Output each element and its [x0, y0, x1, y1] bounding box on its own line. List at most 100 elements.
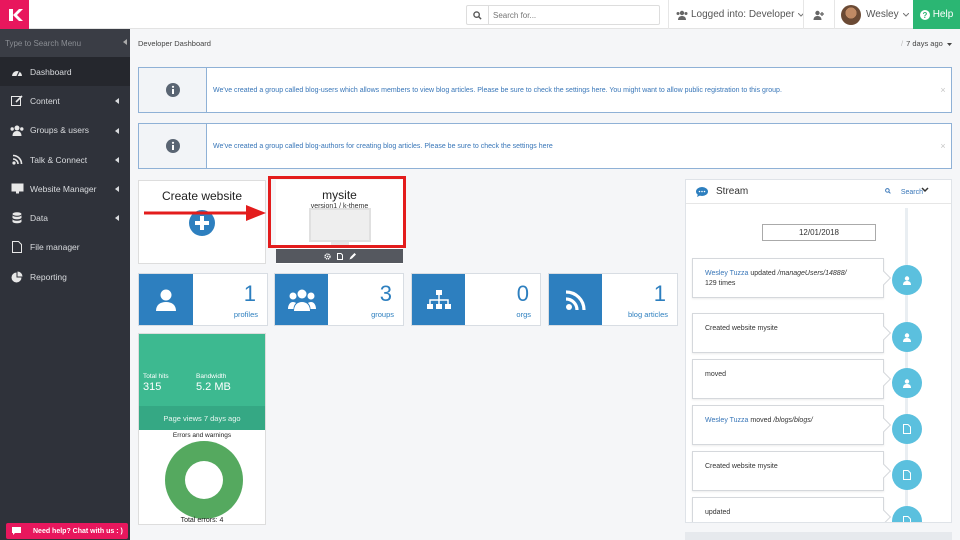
errors-total: Total errors: 4	[180, 517, 224, 524]
global-search[interactable]	[466, 5, 660, 25]
edit-icon	[10, 95, 24, 107]
event-text: Created website mysite	[705, 463, 778, 470]
event-user-link[interactable]: Wesley Tuzza	[705, 270, 748, 277]
breadcrumb: Developer Dashboard	[138, 39, 211, 48]
info-icon	[139, 124, 207, 168]
sidebar-item-dashboard[interactable]: Dashboard	[0, 57, 130, 87]
chat-button[interactable]: Need help? Chat with us : )	[6, 523, 128, 539]
stream-event: updated	[692, 497, 884, 522]
sidebar-item-website-manager[interactable]: Website Manager	[0, 174, 130, 203]
sidebar-item-data[interactable]: Data	[0, 203, 130, 232]
document-icon	[892, 506, 922, 522]
chat-icon	[12, 527, 21, 535]
brand-logo[interactable]	[0, 0, 29, 29]
caret-left-icon	[115, 186, 119, 193]
traffic-metrics-card: Total hits 315 Bandwidth 5.2 MB Page vie…	[138, 333, 266, 525]
sidebar-item-label: Content	[30, 95, 60, 106]
org-chart-icon	[412, 274, 465, 325]
stream-event: Created website mysite	[692, 313, 884, 353]
user-icon	[892, 368, 922, 398]
add-user-button[interactable]	[812, 0, 826, 29]
sidebar: Type to Search Menu Dashboard Content Gr…	[0, 29, 130, 540]
page-views-label: Page views 7 days ago	[139, 406, 265, 430]
stat-blog-articles[interactable]: 1 blog articles	[548, 273, 678, 326]
chevron-down-icon[interactable]	[921, 187, 929, 193]
stream-event: moved	[692, 359, 884, 399]
user-name: Wesley	[866, 9, 899, 20]
stat-profiles[interactable]: 1 profiles	[138, 273, 268, 326]
dashboard-icon	[10, 66, 24, 78]
close-icon[interactable]: ×	[935, 124, 951, 168]
total-hits-value: 315	[143, 381, 162, 393]
stat-label: groups	[371, 310, 394, 319]
svg-text:?: ?	[922, 11, 927, 20]
sidebar-item-label: File manager	[30, 242, 80, 253]
page-icon[interactable]	[336, 252, 343, 260]
highlight-box	[268, 176, 406, 248]
stream-event: Wesley Tuzza moved /blogs/blogs/	[692, 405, 884, 445]
menu-search-input[interactable]: Type to Search Menu	[0, 29, 130, 57]
time-range-dropdown[interactable]: /7 days ago	[901, 39, 952, 48]
divider	[668, 0, 669, 29]
event-text: moved	[705, 371, 727, 378]
event-verb: moved	[748, 417, 774, 424]
sidebar-item-label: Talk & Connect	[30, 154, 88, 165]
edit-icon[interactable]	[349, 252, 356, 260]
settings-icon[interactable]	[323, 252, 331, 260]
top-bar: Logged into: Developer Wesley ? Help	[0, 0, 960, 29]
divider	[834, 0, 835, 29]
help-icon: ?	[919, 9, 930, 20]
collapse-sidebar-icon[interactable]	[123, 39, 127, 45]
search-icon	[884, 188, 891, 194]
caret-left-icon	[115, 156, 119, 163]
divider: /	[901, 39, 904, 48]
sidebar-item-reporting[interactable]: Reporting	[0, 262, 130, 291]
stat-orgs[interactable]: 0 orgs	[411, 273, 541, 326]
sidebar-item-content[interactable]: Content	[0, 86, 130, 115]
alert-blog-users: We've created a group called blog-users …	[138, 67, 952, 113]
stream-event: Wesley Tuzza updated /manageUsers/14888/…	[692, 258, 884, 298]
rss-icon	[10, 154, 24, 166]
stat-label: orgs	[516, 310, 531, 319]
sidebar-item-file-manager[interactable]: File manager	[0, 233, 130, 262]
create-website-label: Create website	[161, 189, 243, 203]
stream-panel: Stream Search 12/01/2018 Wesley Tuzza up…	[685, 179, 952, 523]
event-user-link[interactable]: Wesley Tuzza	[705, 417, 748, 424]
sidebar-item-groups-users[interactable]: Groups & users	[0, 116, 130, 145]
stat-label: profiles	[233, 310, 258, 319]
file-icon	[10, 241, 24, 254]
traffic-summary: Total hits 315 Bandwidth 5.2 MB	[139, 334, 265, 406]
document-icon	[892, 414, 922, 444]
red-arrow-annotation	[144, 205, 266, 221]
stream-date-input[interactable]: 12/01/2018	[762, 224, 876, 241]
stat-groups[interactable]: 3 groups	[274, 273, 404, 326]
user-icon	[139, 274, 192, 325]
chat-label: Need help? Chat with us : )	[33, 527, 123, 535]
user-menu[interactable]: Wesley	[841, 0, 909, 29]
users-icon	[10, 124, 24, 136]
total-hits-label: Total hits	[143, 373, 169, 380]
search-input[interactable]	[489, 10, 649, 20]
sidebar-item-label: Groups & users	[30, 125, 90, 136]
rss-icon	[549, 274, 602, 325]
user-icon	[892, 322, 922, 352]
help-button[interactable]: ? Help	[913, 0, 960, 29]
event-verb: updated	[748, 270, 778, 277]
group-icon	[275, 274, 328, 325]
desktop-icon	[10, 183, 24, 195]
stream-search-link[interactable]: Search	[884, 188, 923, 196]
comments-icon	[696, 186, 708, 197]
footer-strip	[685, 532, 952, 540]
logged-in-dropdown[interactable]: Logged into: Developer	[676, 0, 807, 29]
create-website-card[interactable]: Create website	[138, 180, 266, 264]
sidebar-item-label: Website Manager	[30, 183, 97, 194]
errors-donut-chart	[165, 441, 243, 519]
errors-title: Errors and warnings	[172, 432, 232, 439]
site-card-toolbar	[276, 249, 403, 263]
search-icon[interactable]	[467, 6, 489, 24]
sidebar-item-label: Reporting	[30, 271, 67, 282]
divider	[803, 0, 804, 29]
sidebar-item-talk-connect[interactable]: Talk & Connect	[0, 145, 130, 174]
logged-in-label: Logged into: Developer	[691, 9, 795, 20]
close-icon[interactable]: ×	[935, 68, 951, 112]
